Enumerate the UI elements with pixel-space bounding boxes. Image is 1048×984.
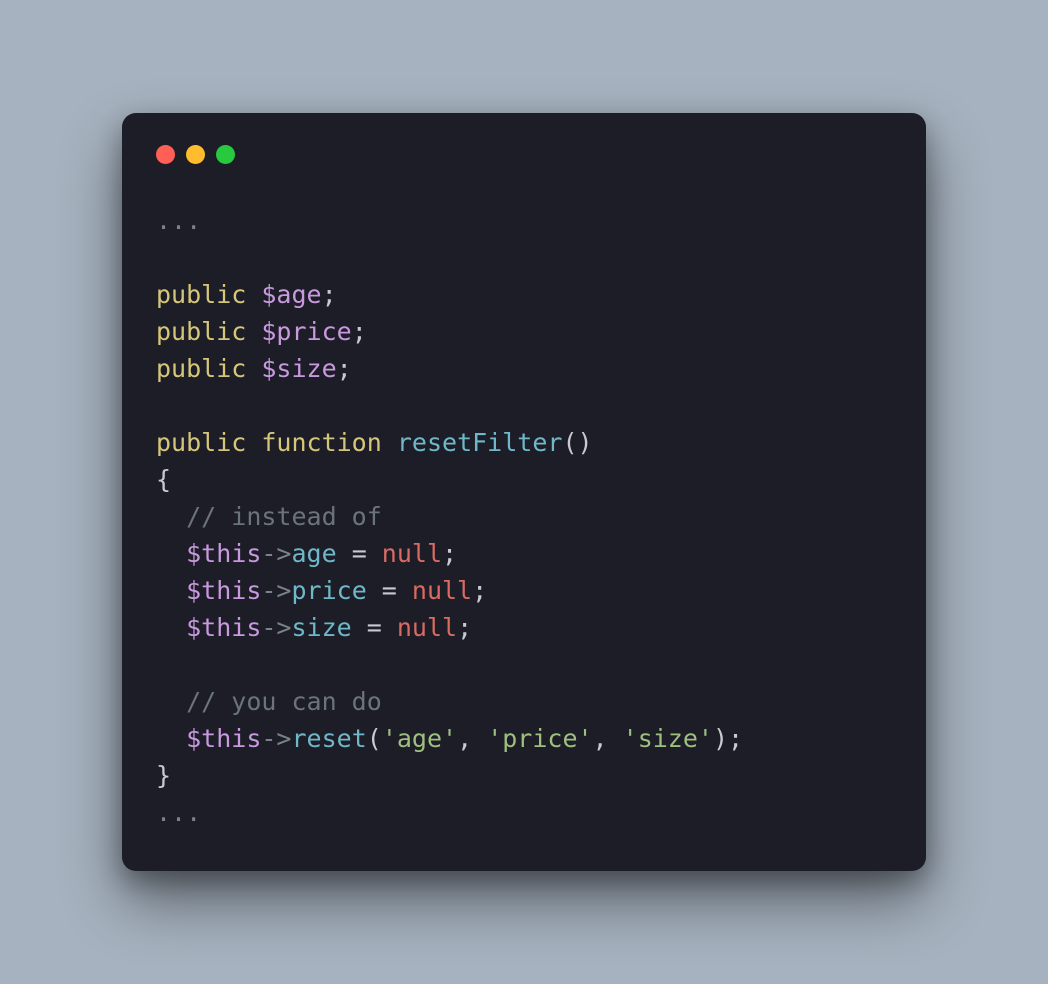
comma: , [593,724,623,753]
prop-price: price [291,576,366,605]
arrow: -> [261,613,291,642]
semicolon: ; [322,280,337,309]
paren-close: ) [713,724,728,753]
equals: = [367,576,412,605]
indent [156,613,186,642]
string-price: 'price' [487,724,592,753]
string-size: 'size' [623,724,713,753]
var-age: $age [261,280,321,309]
indent [156,502,186,531]
indent [156,687,186,716]
method-reset: reset [291,724,366,753]
brace-open: { [156,465,171,494]
close-icon[interactable] [156,145,175,164]
keyword-function: function [261,428,381,457]
ellipsis: ... [156,798,201,827]
var-size: $size [261,354,336,383]
null-keyword: null [382,539,442,568]
this-var: $this [186,613,261,642]
null-keyword: null [397,613,457,642]
semicolon: ; [472,576,487,605]
comment: // instead of [186,502,382,531]
keyword-public: public [156,280,246,309]
keyword-public: public [156,354,246,383]
semicolon: ; [457,613,472,642]
comment: // you can do [186,687,382,716]
indent [156,576,186,605]
null-keyword: null [412,576,472,605]
traffic-lights [156,145,892,164]
semicolon: ; [442,539,457,568]
arrow: -> [261,539,291,568]
code-block: ... public $age; public $price; public $… [156,202,892,831]
this-var: $this [186,576,261,605]
this-var: $this [186,724,261,753]
prop-age: age [291,539,336,568]
paren-open: ( [367,724,382,753]
parens: () [562,428,592,457]
string-age: 'age' [382,724,457,753]
indent [156,724,186,753]
comma: , [457,724,487,753]
keyword-public: public [156,317,246,346]
function-name: resetFilter [397,428,563,457]
prop-size: size [291,613,351,642]
minimize-icon[interactable] [186,145,205,164]
equals: = [337,539,382,568]
semicolon: ; [352,317,367,346]
this-var: $this [186,539,261,568]
ellipsis: ... [156,206,201,235]
keyword-public: public [156,428,246,457]
indent [156,539,186,568]
arrow: -> [261,576,291,605]
semicolon: ; [337,354,352,383]
maximize-icon[interactable] [216,145,235,164]
brace-close: } [156,761,171,790]
var-price: $price [261,317,351,346]
equals: = [352,613,397,642]
arrow: -> [261,724,291,753]
semicolon: ; [728,724,743,753]
code-window: ... public $age; public $price; public $… [122,113,926,871]
